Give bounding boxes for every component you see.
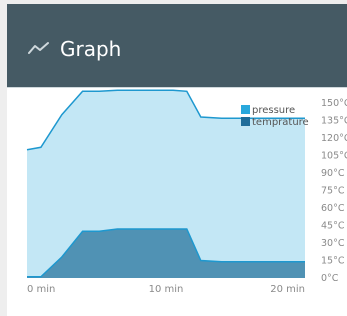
graph-card: Graph 0 min 10 min 20 min 0°C 15°C 30°C 45°C 6…	[7, 4, 347, 316]
y-tick-label: 120°C	[321, 133, 347, 144]
page-background: Graph 0 min 10 min 20 min 0°C 15°C 30°C 45°C 6…	[0, 0, 347, 316]
legend-item-temprature-swatch	[241, 117, 250, 126]
y-tick-label: 105°C	[321, 151, 347, 162]
y-tick-label: 0°C	[321, 273, 339, 284]
area-chart: 0 min 10 min 20 min 0°C 15°C 30°C 45°C 60°C 75°…	[26, 89, 347, 295]
chart-legend: pressuretemprature	[241, 105, 309, 128]
y-tick-label: 150°C	[321, 98, 347, 109]
y-tick-label: 60°C	[321, 203, 345, 214]
legend-item-temprature-label: temprature	[252, 117, 309, 128]
y-tick-label: 75°C	[321, 186, 345, 197]
legend-item-pressure-label: pressure	[252, 105, 295, 116]
y-tick-label: 30°C	[321, 238, 345, 249]
y-tick-label: 45°C	[321, 221, 345, 232]
y-tick-label: 90°C	[321, 168, 345, 179]
page-title: Graph	[60, 37, 122, 61]
trend-line-icon	[28, 42, 49, 54]
y-axis: 0°C 15°C 30°C 45°C 60°C 75°C 90°C 105°C 120°C 135…	[321, 98, 347, 284]
x-tick-label: 20 min	[270, 284, 305, 295]
y-tick-label: 15°C	[321, 256, 345, 267]
x-tick-label: 10 min	[149, 284, 184, 295]
x-axis: 0 min 10 min 20 min	[27, 284, 305, 295]
card-header: Graph	[7, 4, 347, 87]
legend-item-pressure-swatch	[241, 105, 250, 114]
y-tick-label: 135°C	[321, 116, 347, 127]
x-tick-label: 0 min	[27, 284, 55, 295]
